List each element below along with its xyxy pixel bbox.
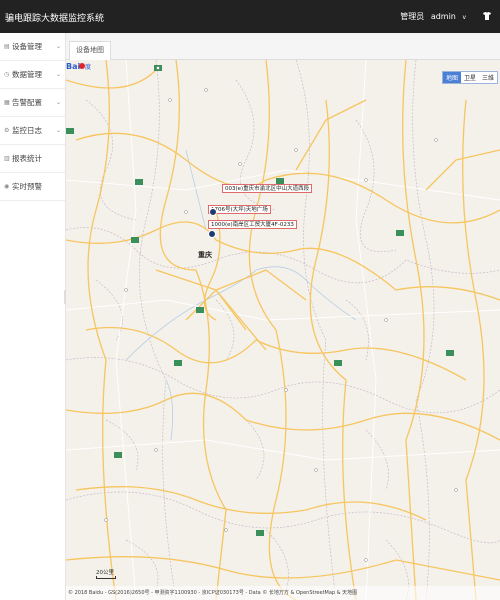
map-canvas xyxy=(66,60,500,600)
sidebar-item-label: 设备管理 xyxy=(12,42,42,51)
sidebar-item-data[interactable]: ◷ 数据管理 ⌄ xyxy=(0,61,65,89)
map-scale-bar xyxy=(96,576,116,579)
sidebar-item-alarm-config[interactable]: ▦ 告警配置 ⌄ xyxy=(0,89,65,117)
svg-text:Bai: Bai xyxy=(66,62,80,71)
user-menu[interactable]: 管理员 admin v xyxy=(400,11,470,22)
sidebar: ▤ 设备管理 ⌄ ◷ 数据管理 ⌄ ▦ 告警配置 ⌄ ⚙ 监控日志 ⌄ ▥ 报表… xyxy=(0,33,66,600)
sidebar-item-realtime-alert[interactable]: ◉ 实时预警 xyxy=(0,173,65,201)
device-marker[interactable] xyxy=(209,208,217,216)
chevron-down-icon: ⌄ xyxy=(55,71,61,78)
svg-text:度: 度 xyxy=(85,63,91,71)
chart-icon: ▥ xyxy=(4,154,10,162)
device-marker[interactable] xyxy=(208,230,216,238)
device-callout[interactable]: 1000(e)南岸区工贸大厦4F-0233 xyxy=(208,220,297,229)
sidebar-item-label: 实时预警 xyxy=(12,182,42,191)
list-icon: ▤ xyxy=(4,42,10,50)
device-callout[interactable]: 1706号(大坪)天地广场 xyxy=(208,205,271,214)
signal-icon: ◉ xyxy=(4,182,10,190)
sidebar-item-label: 报表统计 xyxy=(12,154,42,163)
sidebar-item-reports[interactable]: ▥ 报表统计 xyxy=(0,145,65,173)
sidebar-item-monitor-log[interactable]: ⚙ 监控日志 ⌄ xyxy=(0,117,65,145)
gear-icon: ⚙ xyxy=(4,126,10,134)
map-type-3d[interactable]: 三维 xyxy=(479,72,497,83)
user-role: 管理员 xyxy=(400,12,425,21)
tab-device-map[interactable]: 设备地图 xyxy=(69,41,111,60)
shirt-icon[interactable] xyxy=(482,11,492,21)
map-type-satellite[interactable]: 卫星 xyxy=(461,72,479,83)
map-type-toggle: 地图 卫星 三维 xyxy=(441,71,498,84)
grid-icon: ▦ xyxy=(4,98,10,106)
chevron-down-icon: ⌄ xyxy=(55,43,61,50)
map-type-map[interactable]: 地图 xyxy=(442,72,461,83)
rivers xyxy=(125,149,357,441)
map-view[interactable]: 重庆 地图 卫星 三维 003(e)重庆市渝北区中山大道西段 1706号(大坪)… xyxy=(66,60,500,600)
sidebar-item-label: 监控日志 xyxy=(12,126,42,135)
chevron-down-icon: ⌄ xyxy=(55,99,61,106)
clock-icon: ◷ xyxy=(4,70,10,78)
sidebar-item-label: 告警配置 xyxy=(12,98,42,107)
chevron-down-icon: v xyxy=(462,14,466,21)
app-title: 骗电跟踪大数据监控系统 xyxy=(5,14,105,24)
device-callout[interactable]: 003(e)重庆市渝北区中山大道西段 xyxy=(222,184,313,193)
user-name: admin xyxy=(430,12,456,21)
baidu-logo: Bai 度 xyxy=(66,62,91,71)
sidebar-item-devices[interactable]: ▤ 设备管理 ⌄ xyxy=(0,33,65,61)
map-scale-label: 20公里 xyxy=(96,570,114,576)
chevron-down-icon: ⌄ xyxy=(55,127,61,134)
top-bar: 骗电跟踪大数据监控系统 管理员 admin v xyxy=(0,0,500,33)
sidebar-item-label: 数据管理 xyxy=(12,70,42,79)
map-copyright: © 2018 Baidu - GS(2016)2650号 - 甲测资字11009… xyxy=(66,586,500,600)
tab-strip: 设备地图 xyxy=(66,33,500,60)
city-label: 重庆 xyxy=(198,251,212,259)
